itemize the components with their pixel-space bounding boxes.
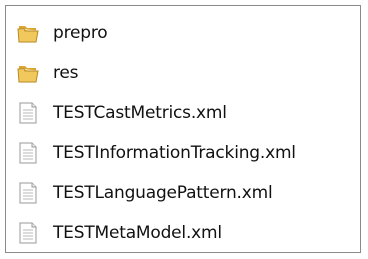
xml-file-icon — [17, 141, 39, 165]
file-list-panel: prepro res TESTCastMetrics.xml TESTInfor… — [5, 5, 361, 253]
list-item-testcastmetrics[interactable]: TESTCastMetrics.xml — [17, 97, 227, 129]
list-item-res[interactable]: res — [17, 57, 79, 89]
file-list: prepro res TESTCastMetrics.xml TESTInfor… — [6, 6, 360, 252]
file-name-label: prepro — [53, 23, 108, 43]
xml-file-icon — [17, 221, 39, 245]
xml-file-icon — [17, 101, 39, 125]
list-item-testinformationtracking[interactable]: TESTInformationTracking.xml — [17, 137, 296, 169]
folder-icon — [17, 21, 39, 45]
file-name-label: res — [53, 63, 79, 83]
file-name-label: TESTInformationTracking.xml — [53, 143, 296, 163]
list-item-testlanguagepattern[interactable]: TESTLanguagePattern.xml — [17, 177, 273, 209]
list-item-testmetamodel[interactable]: TESTMetaModel.xml — [17, 217, 222, 249]
file-name-label: TESTMetaModel.xml — [53, 223, 222, 243]
xml-file-icon — [17, 181, 39, 205]
file-name-label: TESTCastMetrics.xml — [53, 103, 227, 123]
list-item-prepro[interactable]: prepro — [17, 17, 108, 49]
folder-icon — [17, 61, 39, 85]
file-name-label: TESTLanguagePattern.xml — [53, 183, 273, 203]
